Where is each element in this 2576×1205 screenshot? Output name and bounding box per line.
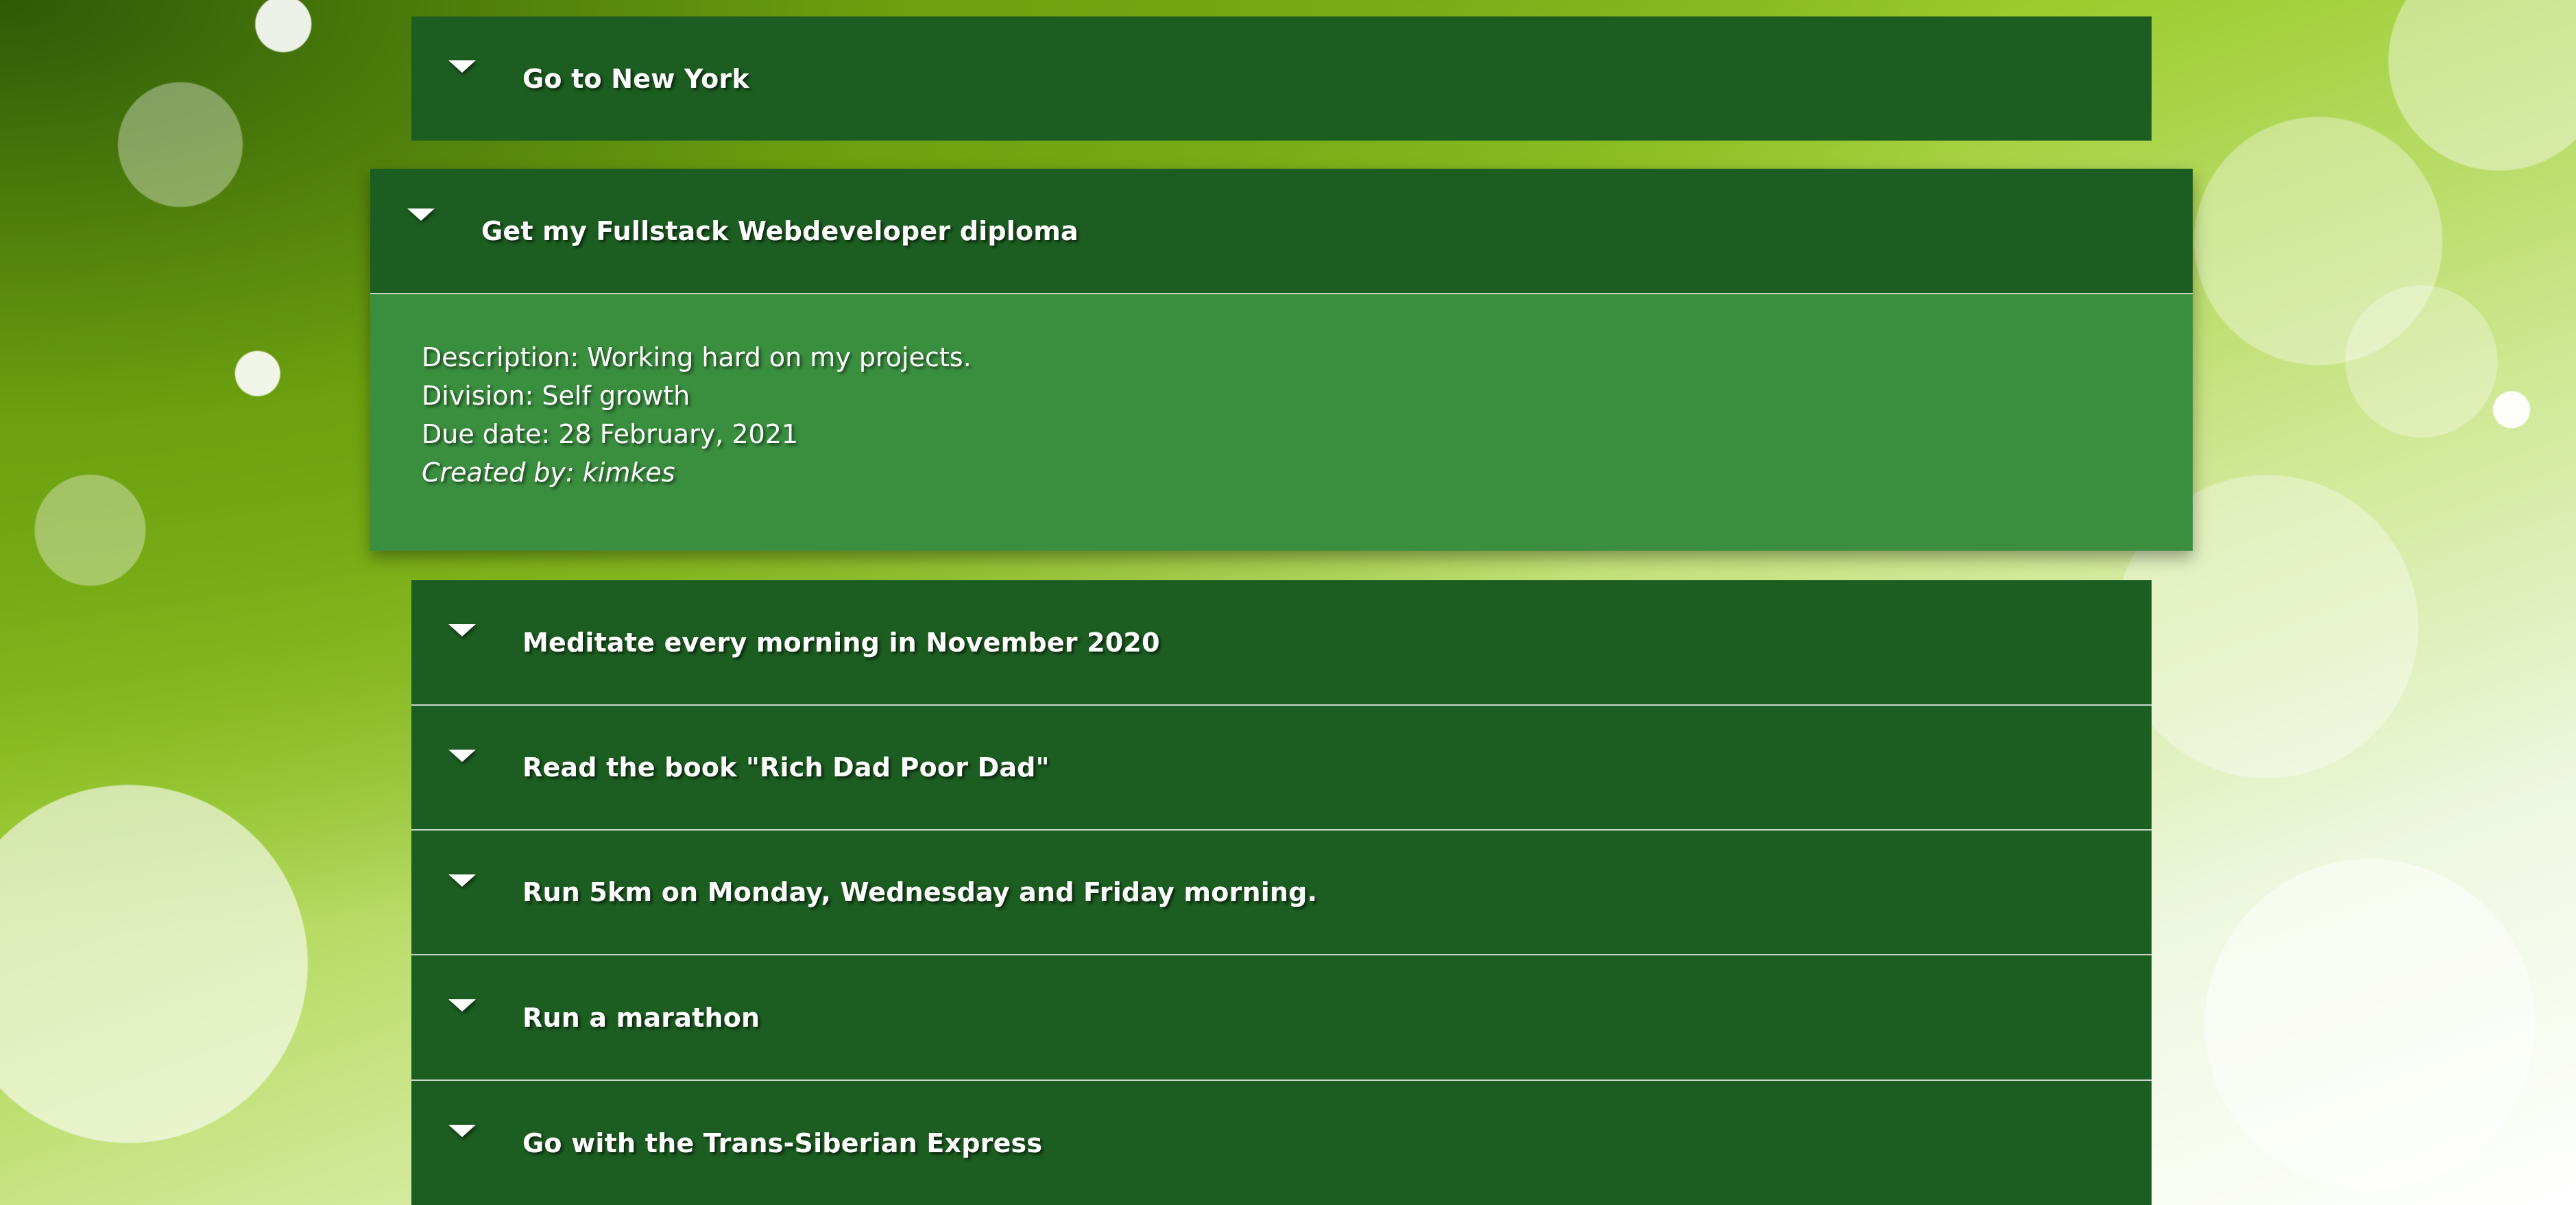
goal-division: Division: Self growth	[422, 381, 690, 411]
goal-title: Read the book "Rich Dad Poor Dad"	[522, 752, 1050, 783]
caret-down-icon[interactable]	[448, 750, 476, 762]
goal-title: Go with the Trans-Siberian Express	[522, 1128, 1043, 1158]
caret-down-icon[interactable]	[448, 999, 476, 1012]
goal-header[interactable]: Go with the Trans-Siberian Express	[411, 1081, 2152, 1205]
caret-down-icon[interactable]	[407, 208, 435, 221]
goal-item[interactable]: Go to New York	[411, 16, 2152, 141]
goal-header[interactable]: Read the book "Rich Dad Poor Dad"	[411, 706, 2152, 829]
goal-header[interactable]: Go to New York	[411, 16, 2152, 141]
goal-description: Description: Working hard on my projects…	[422, 342, 972, 372]
goal-created-by: Created by: kimkes	[422, 457, 675, 488]
goal-details: Description: Working hard on my projects…	[370, 293, 2193, 551]
goal-due-date: Due date: 28 February, 2021	[422, 419, 799, 449]
goal-item[interactable]: Go with the Trans-Siberian Express	[411, 1079, 2152, 1205]
caret-down-icon[interactable]	[448, 624, 476, 636]
caret-down-icon[interactable]	[448, 60, 476, 73]
caret-down-icon[interactable]	[448, 874, 476, 887]
goal-header[interactable]: Get my Fullstack Webdeveloper diploma	[370, 169, 2193, 293]
goal-title: Get my Fullstack Webdeveloper diploma	[481, 215, 1079, 246]
goal-title: Run 5km on Monday, Wednesday and Friday …	[522, 877, 1318, 907]
caret-down-icon[interactable]	[448, 1125, 476, 1137]
goal-title: Go to New York	[522, 63, 749, 94]
goal-item[interactable]: Read the book "Rich Dad Poor Dad"	[411, 704, 2152, 829]
goal-item[interactable]: Run 5km on Monday, Wednesday and Friday …	[411, 829, 2152, 954]
goal-header[interactable]: Run a marathon	[411, 955, 2152, 1079]
goal-header[interactable]: Meditate every morning in November 2020	[411, 580, 2152, 704]
goal-item-expanded[interactable]: Get my Fullstack Webdeveloper diploma De…	[370, 169, 2193, 551]
goal-header[interactable]: Run 5km on Monday, Wednesday and Friday …	[411, 831, 2152, 954]
goal-title: Meditate every morning in November 2020	[522, 627, 1160, 658]
goal-title: Run a marathon	[522, 1002, 760, 1033]
goals-accordion: Go to New York Get my Fullstack Webdevel…	[0, 0, 2576, 1205]
goal-item[interactable]: Meditate every morning in November 2020	[411, 580, 2152, 704]
goal-item[interactable]: Run a marathon	[411, 954, 2152, 1079]
